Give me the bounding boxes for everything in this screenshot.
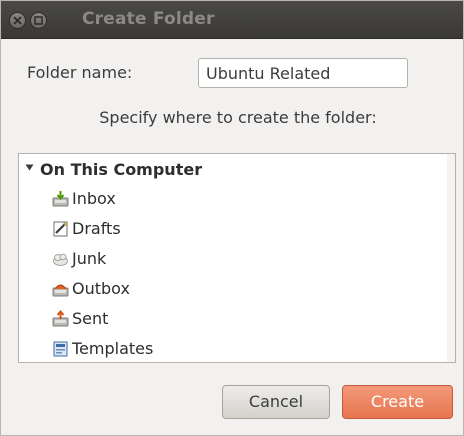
expander-down-icon[interactable]: [25, 163, 34, 172]
tree-item-label: Sent: [72, 309, 109, 328]
tree-item-junk[interactable]: Junk: [49, 247, 429, 273]
folder-tree[interactable]: On This Computer Inbox Drafts Junk Outbo…: [18, 153, 456, 363]
tree-group-label: On This Computer: [40, 160, 203, 179]
outbox-icon: [52, 284, 69, 297]
title-bar: Create Folder: [1, 1, 463, 39]
tree-item-templates[interactable]: Templates: [49, 337, 429, 362]
create-folder-dialog: Create Folder Folder name: Specify where…: [0, 0, 464, 436]
tree-item-label: Drafts: [72, 219, 121, 238]
minimize-icon: [34, 16, 43, 25]
tree-item-label: Inbox: [72, 189, 116, 208]
tree-item-label: Junk: [72, 249, 107, 268]
folder-name-input[interactable]: [198, 58, 408, 88]
tree-item-sent[interactable]: Sent: [49, 307, 429, 333]
close-window-button[interactable]: [9, 12, 26, 29]
templates-icon: [53, 341, 68, 357]
inbox-icon: [52, 191, 69, 207]
drafts-icon: [53, 221, 68, 237]
window-title: Create Folder: [82, 9, 215, 29]
folder-name-label: Folder name:: [27, 63, 133, 82]
tree-item-outbox[interactable]: Outbox: [49, 277, 429, 303]
sent-icon: [52, 310, 69, 327]
cancel-button[interactable]: Cancel: [222, 385, 330, 419]
tree-scrollbar[interactable]: [447, 154, 455, 362]
create-button[interactable]: Create: [342, 385, 453, 419]
tree-item-label: Templates: [72, 339, 154, 358]
minimize-window-button[interactable]: [30, 12, 47, 29]
close-icon: [13, 16, 22, 25]
tree-item-inbox[interactable]: Inbox: [49, 187, 429, 213]
junk-icon: [53, 253, 68, 266]
tree-item-label: Outbox: [72, 279, 130, 298]
specify-location-text: Specify where to create the folder:: [99, 108, 377, 127]
tree-item-drafts[interactable]: Drafts: [49, 217, 429, 243]
tree-group-on-this-computer[interactable]: On This Computer: [19, 158, 455, 182]
